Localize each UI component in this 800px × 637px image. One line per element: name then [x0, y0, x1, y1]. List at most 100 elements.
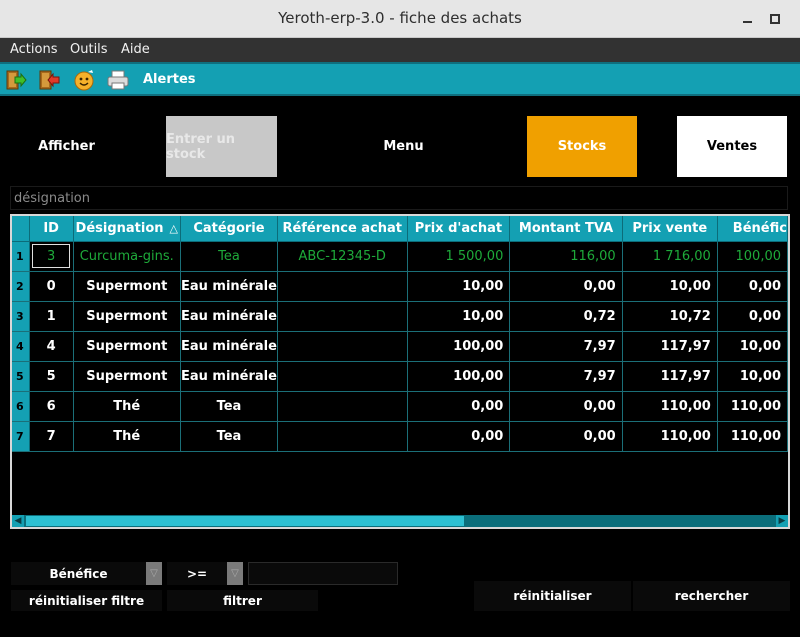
filter-value-input[interactable] — [248, 562, 398, 585]
table-cell[interactable]: 100,00 — [407, 331, 511, 362]
table-cell[interactable]: 0,00 — [509, 421, 623, 452]
table-cell[interactable]: 0,00 — [717, 271, 788, 302]
table-cell[interactable]: Eau minérale — [180, 301, 278, 332]
designation-search-input[interactable] — [10, 186, 788, 210]
purchases-table[interactable]: ID Désignation △ Catégorie Référence acha… — [10, 214, 790, 529]
table-cell[interactable] — [277, 391, 408, 422]
column-header-prix-vente[interactable]: Prix vente — [622, 216, 718, 242]
entrer-stock-button[interactable]: Entrer un stock — [166, 116, 277, 177]
search-button[interactable]: rechercher — [633, 581, 790, 611]
menu-button[interactable]: Menu — [318, 116, 489, 177]
column-header-designation[interactable]: Désignation △ — [73, 216, 181, 242]
column-header-id[interactable]: ID — [29, 216, 74, 242]
table-cell[interactable]: 0,00 — [407, 391, 511, 422]
row-header[interactable]: 2 — [12, 271, 30, 302]
table-row[interactable]: 5 5 Supermont Eau minérale 100,00 7,97 117,97 1… — [12, 361, 788, 392]
column-header-categorie[interactable]: Catégorie — [180, 216, 278, 242]
table-corner[interactable] — [12, 216, 30, 242]
table-cell[interactable]: 100,00 — [717, 241, 788, 272]
table-cell[interactable]: Tea — [180, 421, 278, 452]
table-cell[interactable]: 110,00 — [622, 421, 718, 452]
table-cell[interactable] — [277, 361, 408, 392]
row-header[interactable]: 7 — [12, 421, 30, 452]
table-row[interactable]: 4 4 Supermont Eau minérale 100,00 7,97 117,97 1… — [12, 331, 788, 362]
table-cell[interactable] — [277, 331, 408, 362]
table-cell[interactable]: Curcuma-gins. — [73, 241, 181, 272]
table-cell[interactable]: Supermont — [73, 331, 181, 362]
table-cell[interactable] — [277, 421, 408, 452]
table-cell[interactable]: 10,00 — [407, 271, 511, 302]
table-cell[interactable]: 117,97 — [622, 331, 718, 362]
table-cell[interactable]: 116,00 — [509, 241, 623, 272]
reset-button[interactable]: réinitialiser — [474, 581, 631, 611]
maximize-icon[interactable] — [764, 8, 786, 30]
table-cell[interactable]: 10,00 — [717, 361, 788, 392]
table-cell[interactable]: Tea — [180, 391, 278, 422]
table-cell[interactable]: Thé — [73, 421, 181, 452]
table-cell[interactable]: 7,97 — [509, 361, 623, 392]
row-header[interactable]: 6 — [12, 391, 30, 422]
scroll-right-icon[interactable]: ▶ — [776, 515, 788, 527]
filter-operator-select[interactable]: >= ▽ — [167, 562, 243, 585]
table-row[interactable]: 6 6 Thé Tea 0,00 0,00 110,00 110,00 — [12, 391, 788, 422]
table-cell[interactable]: 110,00 — [717, 421, 788, 452]
table-cell[interactable]: ABC-12345-D — [277, 241, 408, 272]
row-header[interactable]: 1 — [12, 241, 30, 272]
reset-filter-button[interactable]: réinitialiser filtre — [11, 590, 162, 611]
table-cell[interactable]: Supermont — [73, 301, 181, 332]
table-cell[interactable]: 6 — [29, 391, 74, 422]
table-cell[interactable]: 10,72 — [622, 301, 718, 332]
table-cell[interactable]: 7,97 — [509, 331, 623, 362]
table-cell[interactable]: 117,97 — [622, 361, 718, 392]
table-cell[interactable]: Eau minérale — [180, 331, 278, 362]
scrollbar-thumb[interactable] — [26, 516, 464, 526]
alerts-label[interactable]: Alertes — [143, 72, 196, 87]
row-header[interactable]: 5 — [12, 361, 30, 392]
table-cell[interactable]: 0,00 — [509, 271, 623, 302]
table-cell[interactable]: 0 — [29, 271, 74, 302]
filter-field-select[interactable]: Bénéfice ▽ — [11, 562, 162, 585]
scroll-left-icon[interactable]: ◀ — [12, 515, 24, 527]
table-cell[interactable]: 0,00 — [509, 391, 623, 422]
table-cell[interactable]: 7 — [29, 421, 74, 452]
ventes-button[interactable]: Ventes — [677, 116, 787, 177]
column-header-prix-achat[interactable]: Prix d'achat — [407, 216, 511, 242]
table-cell[interactable]: 10,00 — [407, 301, 511, 332]
minimize-icon[interactable] — [736, 8, 758, 30]
stocks-button[interactable]: Stocks — [527, 116, 637, 177]
table-cell[interactable]: 10,00 — [717, 331, 788, 362]
row-header[interactable]: 4 — [12, 331, 30, 362]
printer-icon[interactable] — [107, 69, 129, 91]
table-cell[interactable]: 10,00 — [622, 271, 718, 302]
table-cell[interactable]: 1 716,00 — [622, 241, 718, 272]
table-row[interactable]: 3 1 Supermont Eau minérale 10,00 0,72 10,72 0,0… — [12, 301, 788, 332]
table-cell[interactable]: 110,00 — [622, 391, 718, 422]
table-cell[interactable]: Tea — [180, 241, 278, 272]
table-cell[interactable]: Thé — [73, 391, 181, 422]
enter-door-icon[interactable] — [5, 69, 27, 91]
table-cell[interactable]: 0,72 — [509, 301, 623, 332]
table-cell[interactable]: Eau minérale — [180, 361, 278, 392]
smiley-icon[interactable] — [73, 69, 95, 91]
row-header[interactable]: 3 — [12, 301, 30, 332]
table-cell[interactable]: 0,00 — [717, 301, 788, 332]
column-header-reference[interactable]: Référence achat — [277, 216, 408, 242]
table-cell[interactable]: Supermont — [73, 361, 181, 392]
menu-actions[interactable]: Actions — [10, 42, 58, 57]
table-cell[interactable]: 110,00 — [717, 391, 788, 422]
table-row[interactable]: 1 3 Curcuma-gins. Tea ABC-12345-D 1 500,00 116… — [12, 241, 788, 272]
table-cell[interactable]: Supermont — [73, 271, 181, 302]
column-header-montant-tva[interactable]: Montant TVA — [509, 216, 623, 242]
table-cell[interactable]: Eau minérale — [180, 271, 278, 302]
table-cell[interactable]: 100,00 — [407, 361, 511, 392]
menu-outils[interactable]: Outils — [70, 42, 108, 57]
table-row[interactable]: 7 7 Thé Tea 0,00 0,00 110,00 110,00 — [12, 421, 788, 452]
table-cell[interactable] — [277, 271, 408, 302]
column-header-benefice[interactable]: Bénéfic — [717, 216, 788, 242]
table-cell[interactable]: 5 — [29, 361, 74, 392]
table-cell[interactable]: 3 — [29, 241, 74, 272]
table-cell[interactable]: 4 — [29, 331, 74, 362]
table-cell[interactable]: 1 — [29, 301, 74, 332]
horizontal-scrollbar[interactable]: ◀ ▶ — [12, 515, 788, 527]
table-cell[interactable]: 0,00 — [407, 421, 511, 452]
